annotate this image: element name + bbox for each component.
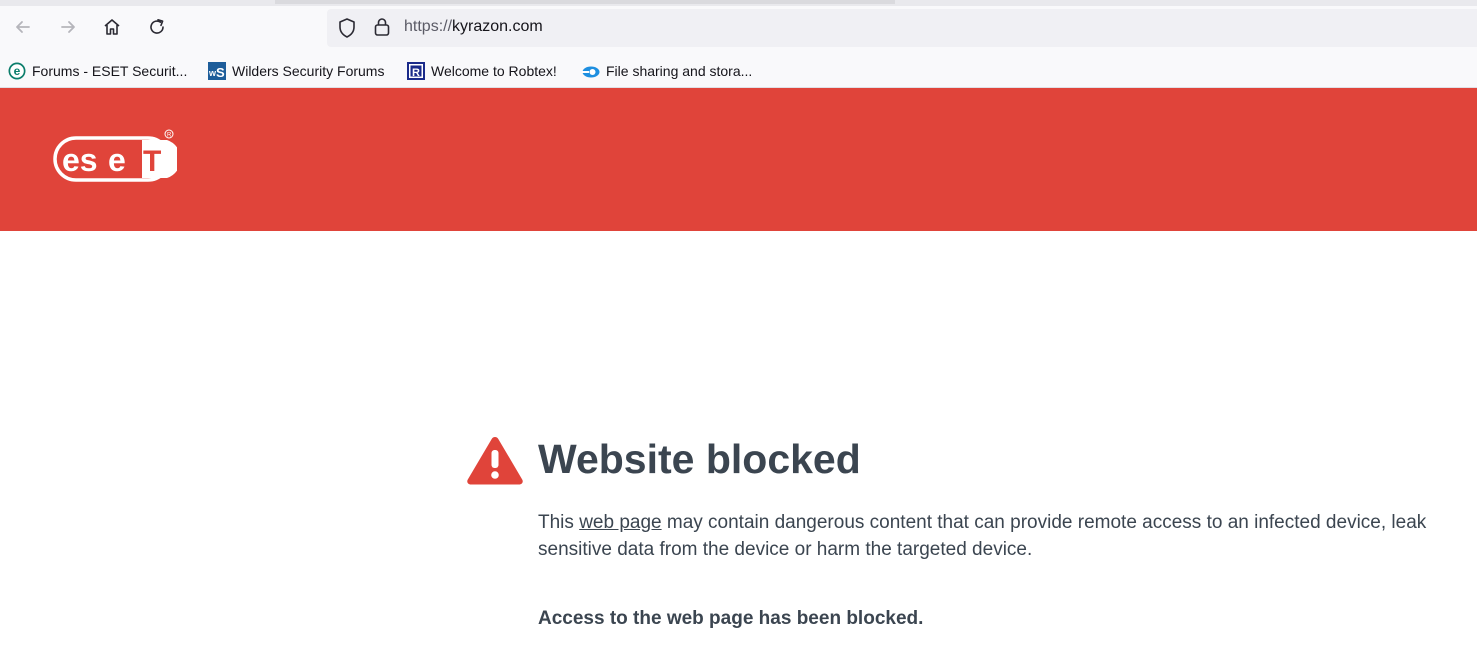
- wilders-favicon-icon: w S: [208, 62, 226, 80]
- reload-icon: [150, 19, 164, 34]
- lock-icon[interactable]: [372, 16, 392, 38]
- warning-triangle-icon: [467, 437, 523, 485]
- block-description: This web page may contain dangerous cont…: [538, 509, 1438, 563]
- forward-button[interactable]: [53, 12, 83, 42]
- robtex-favicon-icon: R: [407, 62, 425, 80]
- svg-text:S: S: [216, 65, 225, 80]
- home-button[interactable]: [97, 12, 127, 42]
- file-sharing-favicon-icon: [582, 66, 600, 78]
- blocked-message: Access to the web page has been blocked.: [538, 608, 924, 629]
- url-scheme: https://: [404, 18, 453, 35]
- bookmarks-bar: e Forums - ESET Securit... w S Wilders S…: [0, 54, 1477, 88]
- page-title: Website blocked: [538, 436, 861, 482]
- reload-button[interactable]: [142, 12, 172, 42]
- desc-after: may contain dangerous content that can p…: [538, 512, 1427, 560]
- bookmark-label: Forums - ESET Securit...: [32, 63, 188, 79]
- eset-header-banner: es e T R: [0, 88, 1477, 231]
- shield-icon[interactable]: [336, 17, 358, 39]
- blocked-page-content: Website blocked This web page may contai…: [0, 231, 1477, 666]
- desc-before: This: [538, 512, 580, 533]
- svg-text:T: T: [143, 145, 161, 178]
- eset-favicon-icon: e: [8, 62, 26, 80]
- bookmark-eset-forums[interactable]: e Forums - ESET Securit...: [8, 60, 187, 82]
- bookmark-label: Wilders Security Forums: [232, 63, 385, 79]
- svg-text:R: R: [167, 133, 172, 139]
- web-page-link[interactable]: web page: [579, 512, 661, 533]
- eset-logo: es e T R: [53, 129, 177, 182]
- arrow-right-icon: [61, 21, 75, 33]
- address-bar[interactable]: https://kyrazon.com: [327, 9, 1477, 47]
- svg-text:e: e: [14, 64, 21, 78]
- url-host: kyrazon.com: [452, 18, 543, 35]
- back-button[interactable]: [8, 12, 38, 42]
- home-icon: [104, 19, 120, 35]
- svg-text:e: e: [108, 142, 126, 178]
- tab-strip: [0, 0, 1477, 6]
- bookmark-label: File sharing and stora...: [606, 63, 753, 79]
- url-text[interactable]: https://kyrazon.com: [404, 18, 543, 36]
- svg-text:es: es: [62, 142, 98, 178]
- bookmark-label: Welcome to Robtex!: [431, 63, 557, 79]
- bookmark-file-sharing[interactable]: File sharing and stora...: [582, 60, 752, 82]
- browser-toolbar: https://kyrazon.com: [0, 0, 1477, 54]
- bookmark-wilders[interactable]: w S Wilders Security Forums: [208, 60, 384, 82]
- bookmark-robtex[interactable]: R Welcome to Robtex!: [407, 60, 557, 82]
- arrow-left-icon: [16, 21, 30, 33]
- active-tab-indicator: [275, 0, 895, 4]
- svg-text:R: R: [412, 67, 420, 79]
